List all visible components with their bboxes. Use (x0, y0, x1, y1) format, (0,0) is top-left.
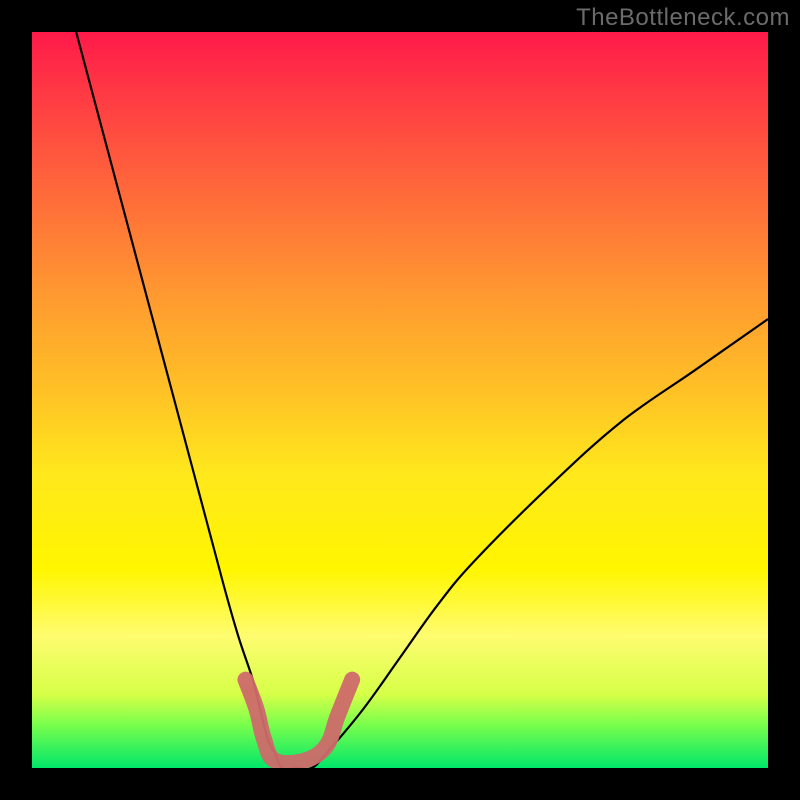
optimal-zone-marker (245, 680, 352, 763)
curve-path (76, 32, 768, 768)
bottleneck-curve (76, 32, 768, 768)
chart-frame: TheBottleneck.com (0, 0, 800, 800)
chart-svg (32, 32, 768, 768)
plot-area (32, 32, 768, 768)
watermark-text: TheBottleneck.com (576, 4, 790, 32)
marker-path (245, 680, 352, 763)
